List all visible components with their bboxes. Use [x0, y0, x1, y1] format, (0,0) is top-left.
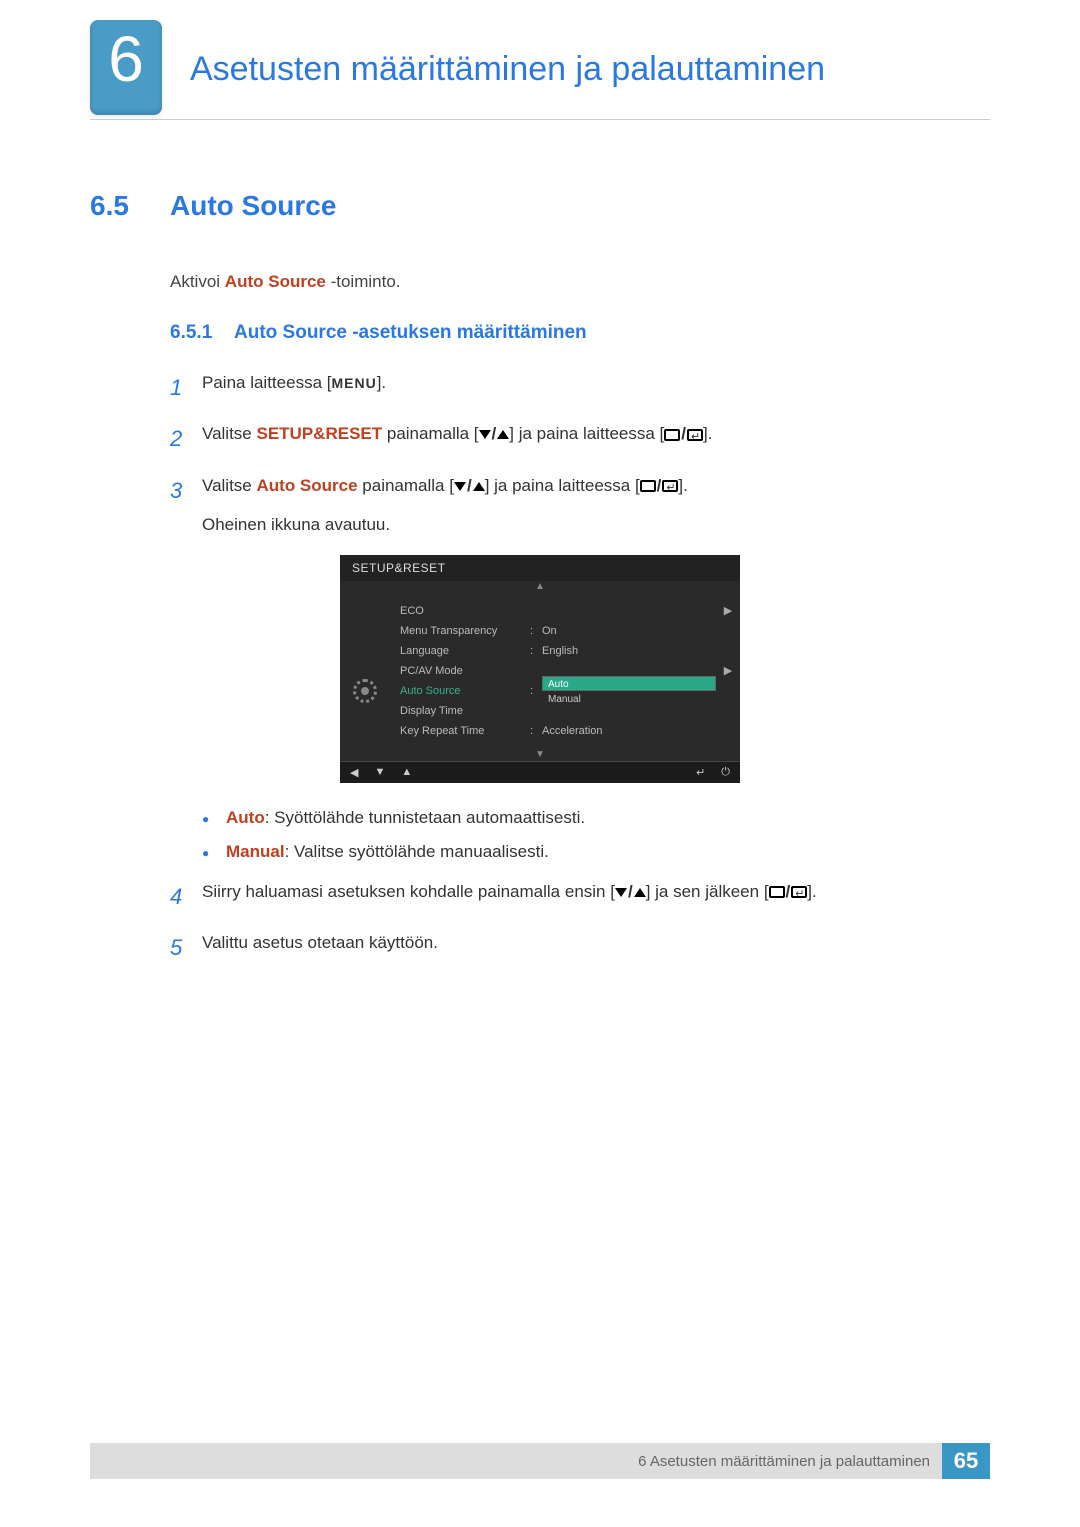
- step-number: 4: [170, 878, 202, 915]
- step-3: 3 Valitse Auto Source painamalla [/] ja …: [170, 472, 990, 540]
- back-icon: ◀: [350, 766, 358, 779]
- chevron-right-icon: ▶: [716, 604, 740, 617]
- osd-dropdown: Auto Manual: [542, 676, 716, 706]
- text: ].: [807, 882, 816, 901]
- step-text: Valitse SETUP&RESET painamalla [/] ja pa…: [202, 420, 990, 449]
- intro-post: -toiminto.: [326, 272, 401, 291]
- text: Valitse: [202, 424, 257, 443]
- source-enter-icon: /: [640, 472, 679, 501]
- power-icon: ⏻: [721, 766, 730, 779]
- chapter-title: Asetusten määrittäminen ja palauttaminen: [90, 20, 990, 120]
- text: ] ja paina laitteessa [: [485, 476, 640, 495]
- menu-label: MENU: [331, 375, 376, 391]
- osd-option-auto: Auto: [542, 676, 716, 691]
- osd-label: Menu Transparency: [400, 625, 530, 637]
- text: ].: [703, 424, 712, 443]
- footer-text: 6 Asetusten määrittäminen ja palauttamin…: [638, 1443, 942, 1479]
- section-heading: 6.5 Auto Source: [90, 190, 990, 222]
- text: Valitse: [202, 476, 257, 495]
- osd-option-manual: Manual: [542, 691, 716, 706]
- osd-label: PC/AV Mode: [400, 665, 530, 677]
- down-up-icon: /: [479, 420, 510, 449]
- text: Paina laitteessa [: [202, 373, 331, 392]
- step-4: 4 Siirry haluamasi asetuksen kohdalle pa…: [170, 878, 990, 915]
- intro-accent: Auto Source: [225, 272, 326, 291]
- step-number: 5: [170, 929, 202, 966]
- text: painamalla [: [358, 476, 454, 495]
- step-number: 1: [170, 369, 202, 406]
- osd-title: SETUP&RESET: [340, 555, 740, 581]
- chapter-number-box: 6: [90, 20, 162, 115]
- down-up-icon: /: [454, 472, 485, 501]
- section-title: Auto Source: [170, 190, 336, 222]
- bullet-manual: ● Manual: Valitse syöttölähde manuaalise…: [202, 842, 990, 864]
- osd-value: On: [542, 625, 716, 637]
- bullet-dot-icon: ●: [202, 808, 226, 830]
- accent-text: SETUP&RESET: [257, 424, 383, 443]
- bullet-auto: ● Auto: Syöttölähde tunnistetaan automaa…: [202, 808, 990, 830]
- bullet-accent: Manual: [226, 842, 285, 861]
- step-1: 1 Paina laitteessa [MENU].: [170, 369, 990, 406]
- text: ] ja sen jälkeen [: [646, 882, 769, 901]
- step-text: Siirry haluamasi asetuksen kohdalle pain…: [202, 878, 990, 907]
- step-text: Paina laitteessa [MENU].: [202, 369, 990, 398]
- text: : Valitse syöttölähde manuaalisesti.: [285, 842, 549, 861]
- source-enter-icon: /: [664, 420, 703, 449]
- text: painamalla [: [382, 424, 478, 443]
- osd-top-arrow: ▲: [340, 581, 740, 593]
- osd-footer: ◀ ▼ ▲ ↵ ⏻: [340, 761, 740, 783]
- step-text: Valitse Auto Source painamalla [/] ja pa…: [202, 472, 990, 540]
- step-text: Valittu asetus otetaan käyttöön.: [202, 929, 990, 958]
- subsection-number: 6.5.1: [170, 322, 234, 344]
- subsection-heading: 6.5.1 Auto Source -asetuksen määrittämin…: [170, 322, 990, 344]
- text: Siirry haluamasi asetuksen kohdalle pain…: [202, 882, 615, 901]
- step-subline: Oheinen ikkuna avautuu.: [202, 511, 990, 540]
- bullet-text: Manual: Valitse syöttölähde manuaalisest…: [226, 842, 549, 864]
- bullet-accent: Auto: [226, 808, 265, 827]
- osd-label-selected: Auto Source: [400, 685, 530, 697]
- text: ].: [678, 476, 687, 495]
- text: : Syöttölähde tunnistetaan automaattises…: [265, 808, 585, 827]
- osd-list: ECO ▶ Menu Transparency : On Language : …: [390, 593, 740, 749]
- up-icon: ▲: [401, 766, 412, 778]
- page-footer: 6 Asetusten määrittäminen ja palauttamin…: [90, 1443, 990, 1479]
- down-up-icon: /: [615, 878, 646, 907]
- section-number: 6.5: [90, 190, 170, 222]
- osd-label: Key Repeat Time: [400, 725, 530, 737]
- subsection-title: Auto Source -asetuksen määrittäminen: [234, 322, 587, 344]
- osd-screenshot: SETUP&RESET ▲ ECO ▶ Menu Transparency : …: [340, 555, 740, 783]
- content-area: 6.5 Auto Source Aktivoi Auto Source -toi…: [0, 120, 1080, 966]
- step-5: 5 Valittu asetus otetaan käyttöön.: [170, 929, 990, 966]
- step-2: 2 Valitse SETUP&RESET painamalla [/] ja …: [170, 420, 990, 457]
- osd-label: ECO: [400, 605, 530, 617]
- bullet-text: Auto: Syöttölähde tunnistetaan automaatt…: [226, 808, 585, 830]
- gear-icon: [353, 679, 377, 703]
- step-number: 3: [170, 472, 202, 509]
- page-header: 6 Asetusten määrittäminen ja palauttamin…: [0, 0, 1080, 120]
- page-number: 65: [942, 1443, 990, 1479]
- chevron-right-icon: ▶: [716, 664, 740, 677]
- osd-label: Display Time: [400, 705, 530, 717]
- down-icon: ▼: [374, 766, 385, 778]
- intro-pre: Aktivoi: [170, 272, 225, 291]
- text: ] ja paina laitteessa [: [509, 424, 664, 443]
- osd-value: Acceleration: [542, 725, 716, 737]
- enter-icon: ↵: [696, 766, 705, 779]
- osd-gear-column: [340, 593, 390, 749]
- osd-row-menu-transparency: Menu Transparency : On: [394, 621, 740, 641]
- osd-bottom-arrow: ▼: [340, 749, 740, 761]
- accent-text: Auto Source: [257, 476, 358, 495]
- osd-row-key-repeat: Key Repeat Time : Acceleration: [394, 721, 740, 741]
- bullet-dot-icon: ●: [202, 842, 226, 864]
- osd-label: Language: [400, 645, 530, 657]
- osd-row-auto-source: Auto Source : Auto Manual: [394, 681, 740, 701]
- source-enter-icon: /: [769, 878, 808, 907]
- osd-value: English: [542, 645, 716, 657]
- intro-line: Aktivoi Auto Source -toiminto.: [170, 272, 990, 292]
- text: ].: [377, 373, 386, 392]
- osd-row-language: Language : English: [394, 641, 740, 661]
- osd-row-eco: ECO ▶: [394, 601, 740, 621]
- osd-body: ECO ▶ Menu Transparency : On Language : …: [340, 593, 740, 749]
- step-number: 2: [170, 420, 202, 457]
